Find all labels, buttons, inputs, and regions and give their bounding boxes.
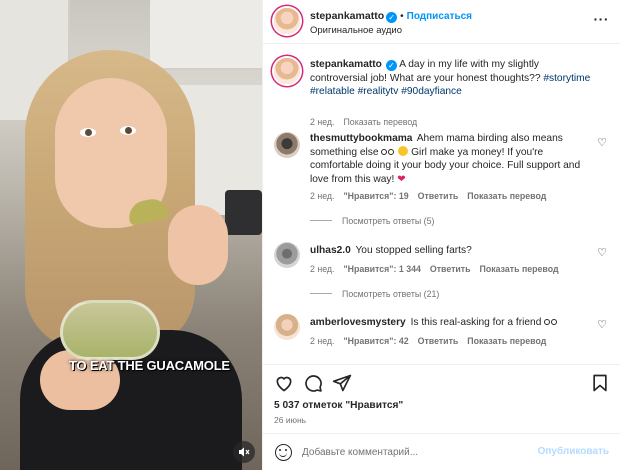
author-avatar[interactable] (274, 58, 300, 84)
author-info: stepankamatto ✓ • Подписаться (310, 10, 472, 23)
speaker-muted-icon[interactable] (233, 441, 255, 463)
post-date: 26 июнь (274, 415, 307, 425)
eyes-emoji (544, 317, 558, 328)
comment-time: 2 нед. (310, 191, 335, 201)
hashtag-link[interactable]: #realitytv (358, 86, 399, 97)
comment-likes[interactable]: "Нравится": 1 344 (343, 264, 420, 274)
commenter-avatar[interactable] (274, 314, 300, 340)
comment-text: amberlovesmystery Is this real-asking fo… (310, 316, 592, 330)
commenter-username[interactable]: thesmuttybookmama (310, 133, 412, 144)
view-replies-link[interactable]: Посмотреть ответы (5) (310, 216, 434, 226)
reply-button[interactable]: Ответить (430, 264, 471, 274)
post-video[interactable]: TO EAT THE GUACAMOLE (0, 0, 262, 470)
commenter-avatar[interactable] (274, 132, 300, 158)
comment-likes[interactable]: "Нравится": 42 (343, 336, 408, 346)
comment-body: Is this real-asking for a friend (410, 317, 542, 328)
comment-icon[interactable] (303, 373, 323, 398)
view-replies-label[interactable]: Посмотреть ответы (5) (342, 216, 434, 226)
video-caption: TO EAT THE GUACAMOLE (69, 358, 230, 373)
comment-composer: Опубликовать (263, 433, 620, 470)
more-options-icon[interactable]: ··· (594, 11, 610, 27)
hashtag-link[interactable]: #storytime (543, 73, 590, 84)
comment-time: 2 нед. (310, 336, 335, 346)
kitchen-cabinet (150, 0, 262, 70)
bookmark-icon[interactable] (590, 373, 610, 398)
like-comment-heart-icon[interactable]: ♡ (597, 246, 607, 259)
hashtag-link[interactable]: #relatable (310, 86, 355, 97)
show-translation-link[interactable]: Показать перевод (343, 117, 417, 127)
comment-body: You stopped selling farts? (355, 245, 472, 256)
reply-button[interactable]: Ответить (418, 191, 459, 201)
like-comment-heart-icon[interactable]: ♡ (597, 136, 607, 149)
emoji-picker-icon[interactable] (275, 444, 292, 461)
caption-time: 2 нед. (310, 117, 335, 127)
verified-badge-icon: ✓ (386, 12, 398, 23)
guacamole-bowl (60, 300, 160, 360)
author-avatar[interactable] (274, 8, 300, 34)
publish-button[interactable]: Опубликовать (538, 446, 609, 457)
person-eye (120, 126, 136, 135)
comment-meta: 2 нед. "Нравится": 19 Ответить Показать пер… (310, 191, 555, 201)
post-details-panel: stepankamatto ✓ • Подписаться Оригинальное … (262, 0, 620, 470)
commenter-username[interactable]: ulhas2.0 (310, 245, 351, 256)
red-heart-emoji: ❤ (397, 173, 406, 185)
post-caption-text: stepankamatto ✓ A day in my life with my … (310, 58, 592, 99)
original-audio-link[interactable]: Оригинальное аудио (310, 25, 402, 36)
author-username[interactable]: stepankamatto (310, 10, 384, 22)
commenter-avatar[interactable] (274, 242, 300, 268)
person-eye (80, 128, 96, 137)
post-header: stepankamatto ✓ • Подписаться Оригинальное … (263, 0, 620, 44)
replies-divider (310, 293, 332, 294)
likes-count[interactable]: 5 037 отметок "Нравится" (274, 400, 403, 411)
show-translation-link[interactable]: Показать перевод (480, 264, 559, 274)
eyes-emoji (381, 147, 395, 158)
send-icon[interactable] (332, 373, 352, 398)
comment-meta: 2 нед. "Нравится": 1 344 Ответить Показать … (310, 264, 568, 274)
air-fryer (225, 190, 262, 235)
reply-button[interactable]: Ответить (418, 336, 459, 346)
comment-text: thesmuttybookmama Ahem mama birding also… (310, 132, 592, 186)
heart-icon[interactable] (274, 373, 294, 398)
person-hand (168, 205, 228, 285)
hashtag-link[interactable]: #90dayfiance (401, 86, 462, 97)
replies-divider (310, 220, 332, 221)
caption-username[interactable]: stepankamatto (310, 59, 382, 70)
comment-icon-glyph (305, 375, 322, 392)
heart-icon-glyph (276, 376, 292, 392)
comments-list[interactable]: stepankamatto ✓ A day in my life with my … (263, 44, 620, 364)
comment-meta: 2 нед. "Нравится": 42 Ответить Показать пер… (310, 336, 555, 346)
show-translation-link[interactable]: Показать перевод (467, 191, 546, 201)
speaker-muted-icon-glyph (239, 447, 250, 457)
follow-button[interactable]: Подписаться (407, 11, 472, 22)
comment-input[interactable] (302, 444, 522, 461)
view-replies-label[interactable]: Посмотреть ответы (21) (342, 289, 439, 299)
view-replies-link[interactable]: Посмотреть ответы (21) (310, 289, 439, 299)
comment-likes[interactable]: "Нравится": 19 (343, 191, 408, 201)
caption-meta: 2 нед. Показать перевод (310, 117, 426, 127)
comment-time: 2 нед. (310, 264, 335, 274)
show-translation-link[interactable]: Показать перевод (467, 336, 546, 346)
smile-emoji (398, 145, 409, 156)
bookmark-icon-glyph (593, 374, 607, 392)
commenter-username[interactable]: amberlovesmystery (310, 317, 406, 328)
separator-dot: • (400, 11, 404, 22)
comment-text: ulhas2.0 You stopped selling farts? (310, 244, 592, 258)
like-comment-heart-icon[interactable]: ♡ (597, 318, 607, 331)
send-icon-glyph (332, 374, 352, 392)
verified-badge-icon: ✓ (385, 60, 397, 71)
